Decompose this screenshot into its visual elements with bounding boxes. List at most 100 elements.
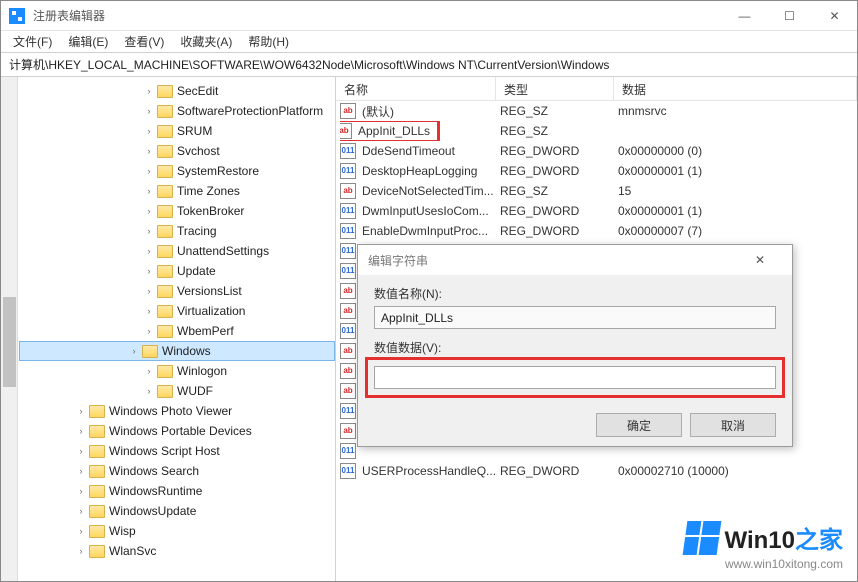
- registry-tree[interactable]: ›SecEdit›SoftwareProtectionPlatform›SRUM…: [19, 77, 335, 581]
- tree-node[interactable]: ›TokenBroker: [19, 201, 335, 221]
- expander-icon[interactable]: ›: [75, 446, 87, 456]
- menu-edit[interactable]: 编辑(E): [60, 31, 116, 52]
- window-title: 注册表编辑器: [33, 7, 722, 24]
- tree-node[interactable]: ›VersionsList: [19, 281, 335, 301]
- expander-icon[interactable]: ›: [143, 326, 155, 336]
- tree-node[interactable]: ›Windows Search: [19, 461, 335, 481]
- expander-icon[interactable]: ›: [143, 286, 155, 296]
- tree-node[interactable]: ›Wisp: [19, 521, 335, 541]
- value-data-label: 数值数据(V):: [374, 339, 776, 356]
- tree-node[interactable]: › SystemRestore: [19, 161, 335, 181]
- address-bar[interactable]: 计算机\HKEY_LOCAL_MACHINE\SOFTWARE\WOW6432N…: [1, 53, 857, 77]
- folder-icon: [89, 425, 105, 438]
- expander-icon[interactable]: ›: [143, 266, 155, 276]
- expander-icon[interactable]: ›: [75, 526, 87, 536]
- tree-node[interactable]: ›Windows Photo Viewer: [19, 401, 335, 421]
- expander-icon[interactable]: ›: [143, 126, 155, 136]
- value-name: USERProcessHandleQ...: [362, 464, 496, 478]
- folder-icon: [157, 285, 173, 298]
- expander-icon[interactable]: ›: [143, 206, 155, 216]
- value-row[interactable]: abDeviceNotSelectedTim...REG_SZ15: [336, 181, 857, 201]
- expander-icon[interactable]: ›: [75, 486, 87, 496]
- tree-node[interactable]: ›UnattendSettings: [19, 241, 335, 261]
- tree-node[interactable]: ›Update: [19, 261, 335, 281]
- expander-icon[interactable]: ›: [75, 406, 87, 416]
- value-icon: 011: [340, 203, 356, 219]
- folder-icon: [89, 505, 105, 518]
- tree-node[interactable]: ›WindowsRuntime: [19, 481, 335, 501]
- expander-icon[interactable]: ›: [128, 346, 140, 356]
- expander-icon[interactable]: ›: [143, 246, 155, 256]
- menu-favorites[interactable]: 收藏夹(A): [172, 31, 240, 52]
- expander-icon[interactable]: ›: [143, 166, 155, 176]
- column-headers: 名称 类型 数据: [336, 77, 857, 101]
- expander-icon[interactable]: ›: [143, 366, 155, 376]
- tree-node[interactable]: › WlanSvc: [19, 541, 335, 561]
- expander-icon[interactable]: ›: [143, 86, 155, 96]
- tree-node[interactable]: ›Windows Portable Devices: [19, 421, 335, 441]
- tree-scrollbar[interactable]: [1, 77, 18, 581]
- value-row[interactable]: ab(默认)REG_SZmnmsrvc: [336, 101, 857, 121]
- expander-icon[interactable]: ›: [75, 506, 87, 516]
- column-data[interactable]: 数据: [614, 77, 857, 100]
- value-row[interactable]: 011DesktopHeapLoggingREG_DWORD0x00000001…: [336, 161, 857, 181]
- menu-help[interactable]: 帮助(H): [240, 31, 297, 52]
- value-row[interactable]: abAppInit_DLLsREG_SZ: [336, 121, 857, 141]
- menubar: 文件(F) 编辑(E) 查看(V) 收藏夹(A) 帮助(H): [1, 31, 857, 53]
- value-name-field: [374, 306, 776, 329]
- value-icon: 011: [340, 243, 356, 259]
- menu-file[interactable]: 文件(F): [5, 31, 60, 52]
- dialog-close-button[interactable]: ✕: [738, 245, 782, 275]
- tree-node[interactable]: ›SRUM: [19, 121, 335, 141]
- tree-node[interactable]: ›Svchost: [19, 141, 335, 161]
- cancel-button[interactable]: 取消: [690, 413, 776, 437]
- tree-node[interactable]: ›Tracing: [19, 221, 335, 241]
- value-icon: ab: [340, 303, 356, 319]
- scrollbar-thumb[interactable]: [3, 297, 16, 387]
- expander-icon[interactable]: ›: [143, 106, 155, 116]
- tree-node[interactable]: ›Winlogon: [19, 361, 335, 381]
- column-name[interactable]: 名称: [336, 77, 496, 100]
- tree-node[interactable]: ›WindowsUpdate: [19, 501, 335, 521]
- close-button[interactable]: ✕: [812, 1, 857, 31]
- expander-icon[interactable]: ›: [143, 226, 155, 236]
- value-icon: 011: [340, 463, 356, 479]
- expander-icon[interactable]: ›: [143, 146, 155, 156]
- value-row[interactable]: 011DdeSendTimeoutREG_DWORD0x00000000 (0): [336, 141, 857, 161]
- tree-node[interactable]: ›Time Zones: [19, 181, 335, 201]
- value-row[interactable]: 011EnableDwmInputProc...REG_DWORD0x00000…: [336, 221, 857, 241]
- folder-icon: [157, 205, 173, 218]
- tree-node[interactable]: ›Virtualization: [19, 301, 335, 321]
- tree-node[interactable]: ›SoftwareProtectionPlatform: [19, 101, 335, 121]
- expander-icon[interactable]: ›: [143, 186, 155, 196]
- tree-node[interactable]: ›WbemPerf: [19, 321, 335, 341]
- column-type[interactable]: 类型: [496, 77, 614, 100]
- folder-icon: [89, 545, 105, 558]
- tree-node-label: WlanSvc: [109, 544, 156, 558]
- ok-button[interactable]: 确定: [596, 413, 682, 437]
- expander-icon[interactable]: ›: [75, 466, 87, 476]
- value-icon: 011: [340, 143, 356, 159]
- tree-node[interactable]: ›SecEdit: [19, 81, 335, 101]
- folder-icon: [89, 445, 105, 458]
- dialog-titlebar[interactable]: 编辑字符串 ✕: [358, 245, 792, 275]
- value-icon: 011: [340, 263, 356, 279]
- expander-icon[interactable]: ›: [75, 426, 87, 436]
- expander-icon[interactable]: ›: [143, 306, 155, 316]
- expander-icon[interactable]: ›: [143, 386, 155, 396]
- folder-icon: [89, 525, 105, 538]
- expander-icon[interactable]: ›: [75, 546, 87, 556]
- tree-node[interactable]: ›Windows Script Host: [19, 441, 335, 461]
- value-data-highlight: [368, 360, 782, 395]
- menu-view[interactable]: 查看(V): [116, 31, 172, 52]
- value-row[interactable]: 011USERProcessHandleQ...REG_DWORD0x00002…: [336, 461, 857, 481]
- value-type: REG_DWORD: [496, 224, 614, 238]
- minimize-button[interactable]: —: [722, 1, 767, 31]
- tree-node-selected[interactable]: ›Windows: [19, 341, 335, 361]
- tree-node-label: SystemRestore: [177, 164, 259, 178]
- value-row[interactable]: 011DwmInputUsesIoCom...REG_DWORD0x000000…: [336, 201, 857, 221]
- value-data-field[interactable]: [374, 366, 776, 389]
- maximize-button[interactable]: ☐: [767, 1, 812, 31]
- tree-node[interactable]: ›WUDF: [19, 381, 335, 401]
- value-icon: 011: [340, 223, 356, 239]
